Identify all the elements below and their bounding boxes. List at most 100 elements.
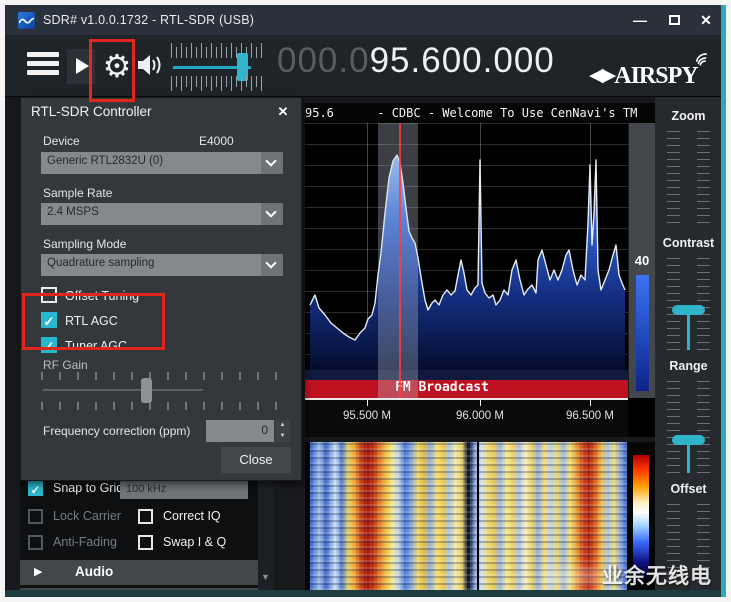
nav-right-icon[interactable]: ▶	[602, 64, 615, 86]
signal-meter: 40	[628, 123, 655, 398]
tuned-band-highlight[interactable]	[378, 123, 418, 398]
signal-meter-value: 40	[629, 253, 655, 268]
sampling-mode-value: Quadrature sampling	[47, 257, 154, 269]
range-slider-thumb[interactable]	[672, 435, 705, 445]
frequency-display[interactable]: 000.095.600.000	[277, 41, 555, 81]
rtl-sdr-controller-dialog: RTL-SDR Controller ✕ Device E4000 Generi…	[20, 97, 302, 481]
dropdown-button[interactable]	[261, 254, 283, 276]
snap-to-grid-checkbox[interactable]: ✓	[28, 481, 43, 496]
chevron-down-icon	[265, 155, 276, 166]
chevron-down-icon	[265, 206, 276, 217]
dropdown-button[interactable]	[261, 203, 283, 225]
volume-ruler-bottom	[171, 76, 263, 87]
frequency-axis: 95.500 M 96.000 M 96.500 M	[305, 398, 628, 437]
range-slider[interactable]	[667, 381, 710, 473]
sampling-mode-label: Sampling Mode	[43, 237, 126, 251]
frequency-correction-value: 0	[261, 423, 268, 437]
nav-left-icon[interactable]: ◀	[589, 64, 602, 86]
close-button[interactable]: ✕	[690, 5, 722, 35]
freq-label: 96.000 M	[445, 410, 515, 422]
watermark-text: 业余无线电	[602, 565, 712, 588]
mute-button[interactable]	[137, 53, 167, 79]
lock-carrier-row: Lock Carrier Correct IQ	[20, 506, 273, 530]
scroll-down-icon[interactable]: ▼	[259, 570, 272, 584]
window-title: SDR# v1.0.0.1732 - RTL-SDR (USB)	[43, 5, 254, 35]
device-label: Device	[43, 134, 80, 148]
snap-step-value: 100 kHz	[120, 483, 166, 495]
display-controls-sidebar: Zoom Contrast Range Offset	[655, 97, 722, 590]
zoom-slider[interactable]	[667, 131, 710, 223]
spectrum-trace	[305, 123, 655, 370]
frequency-value: 95.600.000	[370, 41, 555, 80]
contrast-slider[interactable]	[667, 258, 710, 350]
speaker-icon	[137, 53, 165, 77]
play-icon	[76, 58, 89, 74]
correct-iq-checkbox[interactable]	[138, 509, 153, 524]
rf-gain-thumb[interactable]	[141, 378, 152, 403]
device-dropdown-value: Generic RTL2832U (0)	[47, 155, 163, 167]
axis-tick	[480, 400, 481, 406]
frequency-correction-label: Frequency correction (ppm)	[43, 424, 190, 438]
swap-iq-label: Swap I & Q	[163, 535, 226, 549]
freq-label: 95.500 M	[332, 410, 402, 422]
chevron-down-icon	[265, 257, 276, 268]
band-plan-bar: FM Broadcast	[305, 370, 628, 398]
sampling-mode-dropdown[interactable]: Quadrature sampling	[41, 254, 283, 276]
contrast-slider-thumb[interactable]	[672, 305, 705, 315]
screenshot-frame: SDR# v1.0.0.1732 - RTL-SDR (USB) — ✕ ⚙ 0…	[0, 0, 731, 602]
annotation-box-gear	[89, 39, 135, 102]
watermark: 业余无线电	[542, 560, 712, 590]
dialog-close-button[interactable]: ✕	[273, 102, 293, 122]
spin-up-icon[interactable]: ▲	[275, 420, 290, 431]
dropdown-button[interactable]	[261, 152, 283, 174]
spinner-buttons[interactable]: ▲ ▼	[275, 420, 290, 442]
frequency-correction-input[interactable]: 0	[206, 420, 274, 442]
lock-carrier-label: Lock Carrier	[53, 509, 121, 523]
axis-tick	[367, 400, 368, 406]
maximize-icon	[669, 15, 680, 25]
audio-section-header[interactable]: ▶ Audio	[20, 560, 258, 585]
zoom-slider-label: Zoom	[655, 109, 722, 123]
spectrum-analyzer[interactable]: 95.6 - CDBC - Welcome To Use CenNavi's T…	[305, 103, 655, 437]
volume-slider[interactable]	[171, 47, 263, 87]
swap-iq-checkbox[interactable]	[138, 535, 153, 550]
rf-gain-slider[interactable]	[41, 370, 283, 412]
dialog-close-action-button[interactable]: Close	[221, 447, 291, 473]
dialog-title: RTL-SDR Controller	[31, 104, 152, 119]
spectrum-plot[interactable]	[305, 123, 655, 370]
snap-to-grid-label: Snap to Grid	[53, 481, 123, 495]
maximize-button[interactable]	[658, 5, 690, 35]
window-right-edge	[721, 5, 726, 597]
offset-slider-label: Offset	[655, 482, 722, 496]
signal-waves-icon	[696, 51, 714, 69]
anti-fading-row: Anti-Fading Swap I & Q	[20, 532, 273, 556]
anti-fading-checkbox[interactable]	[28, 535, 43, 550]
watermark-blur	[542, 567, 600, 585]
tuning-line[interactable]	[399, 123, 401, 398]
minimize-button[interactable]: —	[624, 5, 656, 35]
brand-text: AIRSPY	[614, 63, 697, 89]
contrast-slider-label: Contrast	[655, 236, 722, 250]
sample-rate-label: Sample Rate	[43, 186, 112, 200]
hamburger-icon	[27, 52, 59, 57]
rds-text: 95.6 - CDBC - Welcome To Use CenNavi's T…	[305, 103, 655, 123]
window-bottom-strip	[5, 590, 726, 597]
snap-step-dropdown[interactable]: 100 kHz	[120, 479, 248, 499]
waterfall-center-line	[477, 442, 479, 592]
app-logo-icon	[18, 12, 35, 29]
spin-down-icon[interactable]: ▼	[275, 431, 290, 442]
audio-section-label: Audio	[75, 564, 113, 579]
expand-arrow-icon: ▶	[34, 565, 42, 578]
device-dropdown[interactable]: Generic RTL2832U (0)	[41, 152, 283, 174]
lock-carrier-checkbox[interactable]	[28, 509, 43, 524]
title-bar: SDR# v1.0.0.1732 - RTL-SDR (USB) — ✕	[5, 5, 726, 35]
sdr-sharp-window: SDR# v1.0.0.1732 - RTL-SDR (USB) — ✕ ⚙ 0…	[5, 5, 726, 597]
device-type: E4000	[199, 134, 234, 148]
annotation-box-agc	[22, 293, 165, 350]
airspy-logo: ◀▶AIRSPY	[589, 51, 714, 90]
sample-rate-dropdown[interactable]: 2.4 MSPS	[41, 203, 283, 225]
menu-button[interactable]	[27, 52, 59, 80]
volume-ruler-top	[171, 47, 263, 58]
sample-rate-value: 2.4 MSPS	[47, 206, 99, 218]
range-slider-label: Range	[655, 359, 722, 373]
